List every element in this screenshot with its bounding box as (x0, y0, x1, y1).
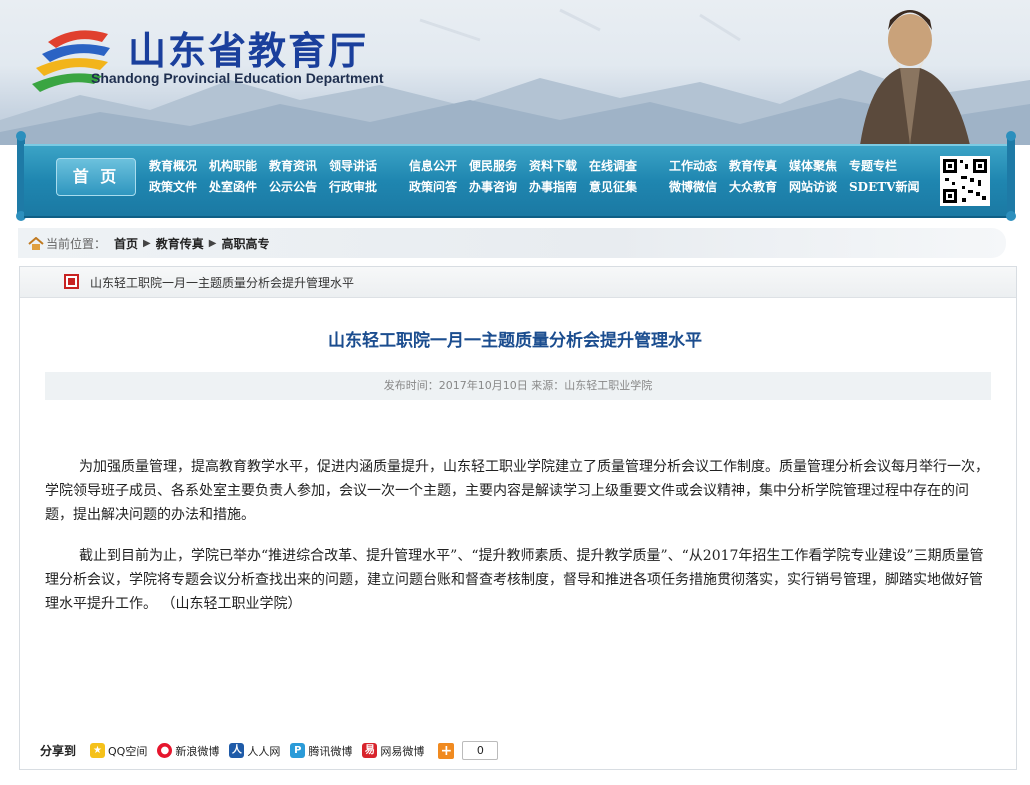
share-tencent-weibo[interactable]: P 腾讯微博 (290, 743, 352, 759)
nav-link[interactable]: 教育传真 (729, 156, 789, 177)
nav-link[interactable]: 意见征集 (589, 177, 649, 198)
share-label: 分享到 (40, 744, 77, 758)
breadcrumb-item-higher-vocational[interactable]: 高职高专 (221, 235, 269, 252)
share-sina-weibo[interactable]: ● 新浪微博 (157, 743, 219, 759)
scroll-right-ornament (1006, 131, 1016, 221)
nav-link[interactable]: 专题专栏 (849, 156, 909, 177)
nav-link[interactable]: 媒体聚焦 (789, 156, 849, 177)
nav-group-2: 信息公开 便民服务 资料下载 在线调查 政策问答 办事咨询 办事指南 意见征集 (409, 156, 649, 198)
header-banner: 山东省教育厅 Shandong Provincial Education Dep… (0, 0, 1030, 145)
nav-link[interactable]: 网站访谈 (789, 177, 849, 198)
breadcrumb-item-home[interactable]: 首页 (114, 235, 138, 252)
breadcrumb: 当前位置： 首页 ▶ 教育传真 ▶ 高职高专 (28, 235, 269, 252)
sina-weibo-icon: ● (157, 743, 173, 758)
site-title-english: Shandong Provincial Education Department (91, 70, 384, 86)
nav-link[interactable]: 办事咨询 (469, 177, 529, 198)
breadcrumb-item-education-news[interactable]: 教育传真 (156, 235, 204, 252)
nav-link[interactable]: 便民服务 (469, 156, 529, 177)
nav-home-button[interactable]: 首 页 (56, 158, 136, 196)
nav-link[interactable]: 公示公告 (269, 177, 329, 198)
nav-link[interactable]: 机构职能 (209, 156, 269, 177)
tencent-weibo-icon: P (290, 743, 306, 758)
nav-link[interactable]: 行政审批 (329, 177, 389, 198)
nav-link[interactable]: 资料下载 (529, 156, 589, 177)
nav-body: 首 页 教育概况 机构职能 教育资讯 领导讲话 政策文件 处室函件 公示公告 行… (24, 144, 1008, 218)
share-renren-label: 人人网 (247, 744, 281, 758)
nav-group-3: 工作动态 教育传真 媒体聚焦 专题专栏 微博微信 大众教育 网站访谈 SDETV… (669, 156, 919, 198)
nav-link[interactable]: 教育概况 (149, 156, 209, 177)
breadcrumb-label: 当前位置： (46, 237, 107, 251)
more-share-plus-icon[interactable]: + (438, 742, 455, 759)
nav-link[interactable]: 在线调查 (589, 156, 649, 177)
article-title: 山东轻工职院一月一主题质量分析会提升管理水平 (328, 331, 702, 351)
chevron-right-icon: ▶ (143, 238, 151, 249)
panel-header: 山东轻工职院一月一主题质量分析会提升管理水平 (20, 267, 1016, 298)
nav-link[interactable]: 领导讲话 (329, 156, 389, 177)
nav-group-1: 教育概况 机构职能 教育资讯 领导讲话 政策文件 处室函件 公示公告 行政审批 (149, 156, 389, 198)
netease-weibo-icon: 易 (362, 743, 378, 758)
qr-code-icon[interactable] (940, 156, 990, 206)
share-count: 0 (462, 741, 499, 760)
share-qzone-label: QQ空间 (108, 744, 148, 758)
share-netease-weibo-label: 网易微博 (380, 744, 425, 758)
home-icon (28, 236, 44, 250)
nav-link[interactable]: 大众教育 (729, 177, 789, 198)
nav-link[interactable]: 微博微信 (669, 177, 729, 198)
nav-link[interactable]: 办事指南 (529, 177, 589, 198)
nav-link[interactable]: 信息公开 (409, 156, 469, 177)
share-renren[interactable]: 人 人人网 (229, 743, 280, 759)
article-paragraph: 截止到目前为止，学院已举办“推进综合改革、提升管理水平”、“提升教师素质、提升教… (45, 548, 984, 612)
article-meta: 发布时间：2017年10月10日 来源：山东轻工职业学院 (45, 372, 991, 400)
site-title-chinese: 山东省教育厅 (128, 28, 369, 73)
nav-link[interactable]: 处室函件 (209, 177, 269, 198)
article-body: 为加强质量管理，提高教育教学水平，促进内涵质量提升，山东轻工职业学院建立了质量管… (45, 455, 991, 633)
share-tencent-weibo-label: 腾讯微博 (308, 744, 353, 758)
nav-link[interactable]: 政策文件 (149, 177, 209, 198)
qzone-icon: ★ (90, 743, 106, 758)
main-navigation: 首 页 教育概况 机构职能 教育资讯 领导讲话 政策文件 处室函件 公示公告 行… (14, 130, 1018, 222)
chevron-right-icon: ▶ (208, 238, 217, 249)
square-bullet-icon (64, 274, 79, 289)
nav-link[interactable]: 政策问答 (409, 177, 469, 198)
nav-link[interactable]: SDETV新闻 (849, 177, 919, 198)
panel-header-title: 山东轻工职院一月一主题质量分析会提升管理水平 (90, 276, 355, 290)
article-paragraph: 为加强质量管理，提高教育教学水平，促进内涵质量提升，山东轻工职业学院建立了质量管… (45, 459, 989, 523)
nav-link[interactable]: 工作动态 (669, 156, 729, 177)
nav-link[interactable]: 教育资讯 (269, 156, 329, 177)
share-bar: 分享到 ★ QQ空间 ● 新浪微博 人 人人网 P 腾讯微博 易 网易微博 + … (40, 741, 499, 760)
share-netease-weibo[interactable]: 易 网易微博 (362, 743, 424, 759)
confucius-figure-image (860, 10, 970, 145)
share-qzone[interactable]: ★ QQ空间 (90, 743, 147, 759)
renren-icon: 人 (229, 743, 245, 758)
share-sina-weibo-label: 新浪微博 (175, 744, 220, 758)
